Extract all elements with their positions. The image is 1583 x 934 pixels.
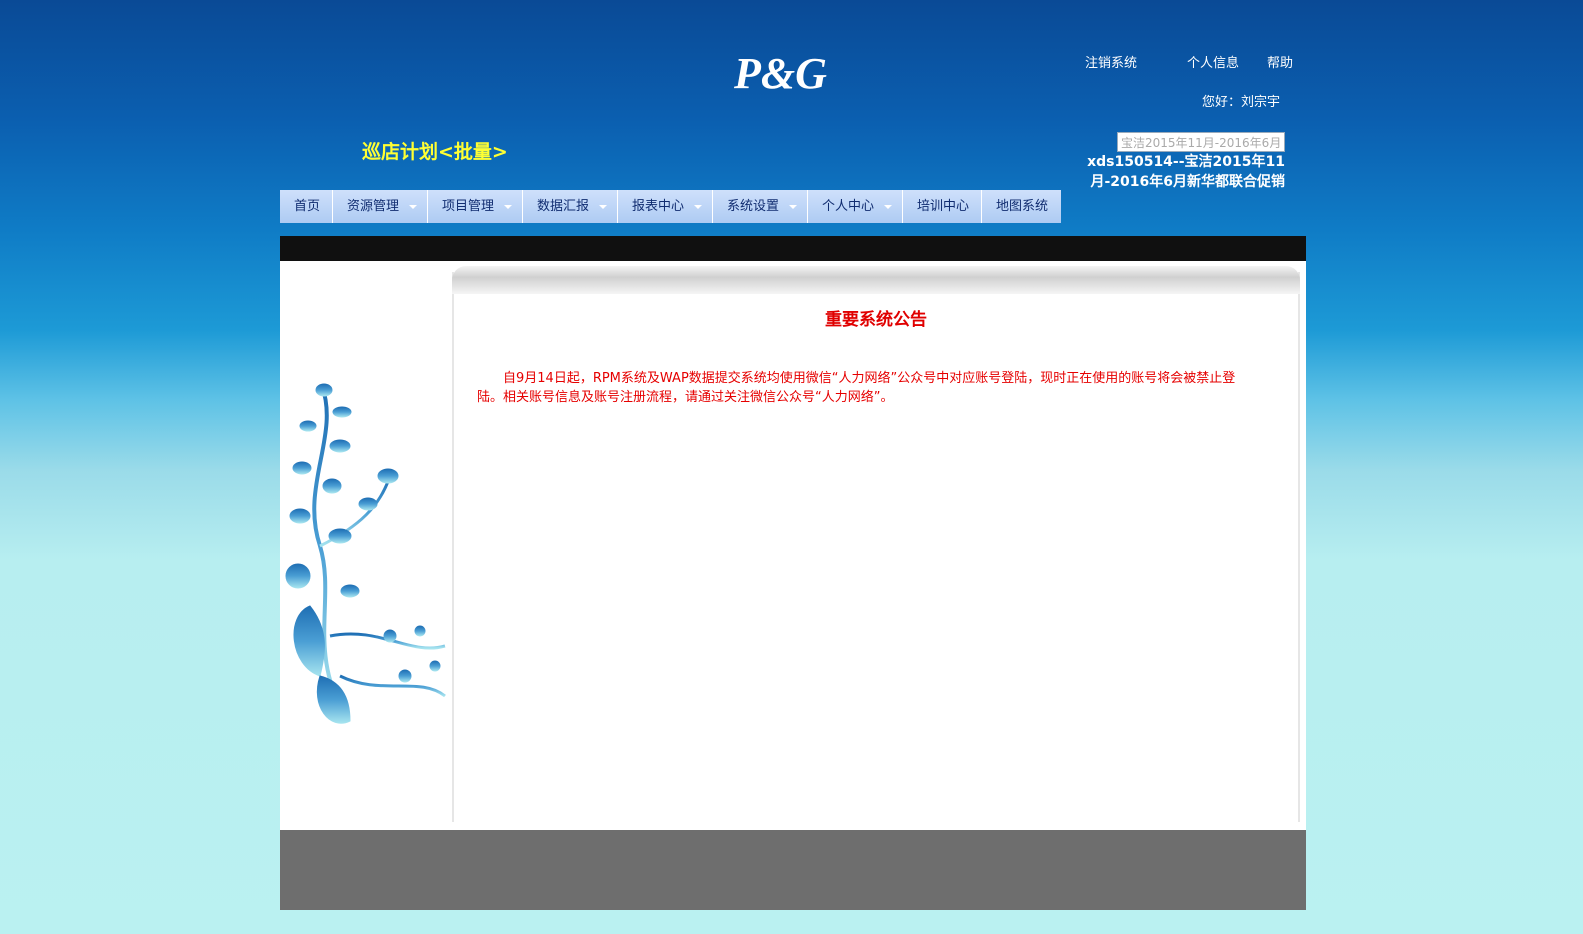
nav-item-data-report[interactable]: 数据汇报 xyxy=(523,190,618,223)
dropdown-arrow-icon xyxy=(884,205,892,209)
footer-bar xyxy=(280,830,1306,910)
logout-link[interactable]: 注销系统 xyxy=(1085,52,1137,71)
header-bar xyxy=(280,236,1306,261)
nav-item-label: 首页 xyxy=(294,199,321,214)
project-title: xds150514--宝洁2015年11月-2016年6月新华都联合促销 xyxy=(1087,154,1285,190)
pg-logo-text: P&G xyxy=(733,49,827,98)
page-title: 巡店计划<批量> xyxy=(362,141,508,163)
dropdown-arrow-icon xyxy=(599,205,607,209)
nav-item-label: 个人中心 xyxy=(822,199,875,214)
nav-item-home[interactable]: 首页 xyxy=(280,190,333,223)
dropdown-arrow-icon xyxy=(789,205,797,209)
notice-panel: 重要系统公告 自9月14日起，RPM系统及WAP数据提交系统均使用微信“人力网络… xyxy=(452,266,1300,822)
help-link[interactable]: 帮助 xyxy=(1267,52,1293,71)
dropdown-arrow-icon xyxy=(694,205,702,209)
nav-item-settings[interactable]: 系统设置 xyxy=(713,190,808,223)
nav-item-personal[interactable]: 个人中心 xyxy=(808,190,903,223)
nav-item-label: 地图系统 xyxy=(996,199,1049,214)
notice-body: 自9月14日起，RPM系统及WAP数据提交系统均使用微信“人力网络”公众号中对应… xyxy=(477,371,1236,405)
pg-logo: P&G xyxy=(733,49,827,98)
notice-title: 重要系统公告 xyxy=(825,310,927,330)
nav-item-label: 报表中心 xyxy=(632,199,685,214)
project-select[interactable]: 宝洁2015年11月-2016年6月 xyxy=(1117,132,1285,152)
nav-item-label: 项目管理 xyxy=(442,199,495,214)
nav-item-resources[interactable]: 资源管理 xyxy=(333,190,428,223)
dropdown-arrow-icon xyxy=(409,205,417,209)
main-nav: 首页 资源管理 项目管理 数据汇报 报表中心 系统设置 个人中心 培训中心 地图… xyxy=(280,190,1061,223)
nav-item-report-center[interactable]: 报表中心 xyxy=(618,190,713,223)
nav-item-training[interactable]: 培训中心 xyxy=(903,190,982,223)
panel-top-edge xyxy=(452,266,1300,294)
main-frame: 重要系统公告 自9月14日起，RPM系统及WAP数据提交系统均使用微信“人力网络… xyxy=(280,236,1306,910)
nav-item-label: 数据汇报 xyxy=(537,199,590,214)
nav-item-label: 系统设置 xyxy=(727,199,780,214)
profile-link[interactable]: 个人信息 xyxy=(1187,52,1239,71)
floral-decoration-image xyxy=(285,383,446,724)
nav-item-projects[interactable]: 项目管理 xyxy=(428,190,523,223)
nav-item-label: 资源管理 xyxy=(347,199,400,214)
dropdown-arrow-icon xyxy=(504,205,512,209)
nav-item-map[interactable]: 地图系统 xyxy=(982,190,1061,223)
nav-item-label: 培训中心 xyxy=(917,199,970,214)
greeting-text: 您好：刘宗宇 xyxy=(1201,95,1280,110)
